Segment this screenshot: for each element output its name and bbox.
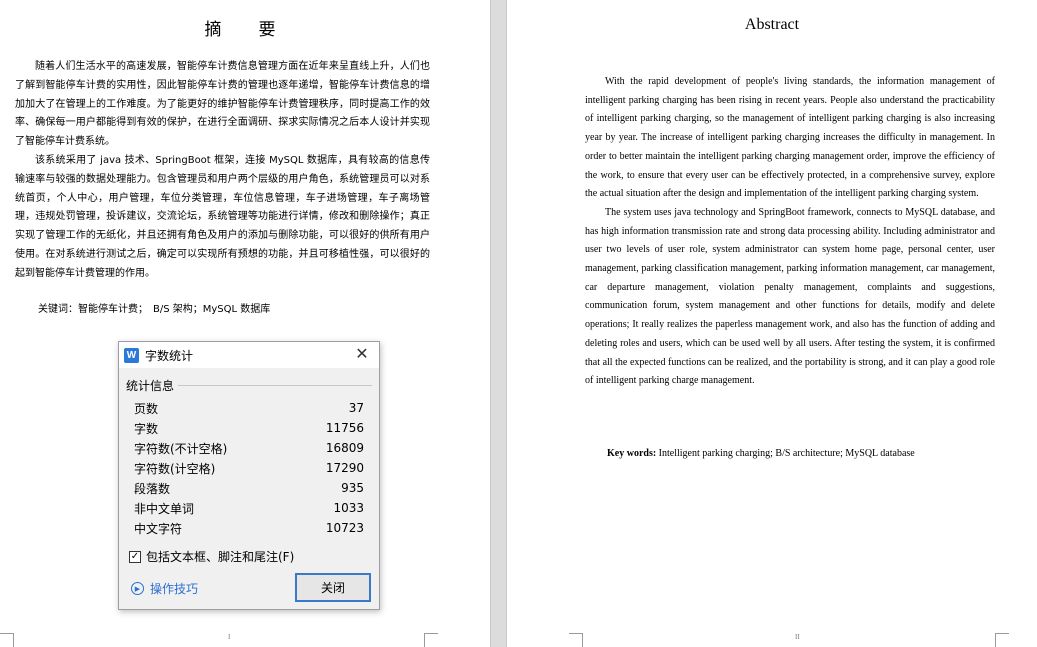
chinese-paragraph-1: 随着人们生活水平的高速发展，智能停车计费信息管理方面在近年来呈直线上升，人们也了… xyxy=(15,61,430,148)
page-gutter xyxy=(490,0,507,647)
stat-label: 字符数(计空格) xyxy=(134,461,216,476)
stat-value: 11756 xyxy=(325,421,364,435)
stat-row-paragraphs: 段落数 935 xyxy=(134,478,364,498)
chinese-abstract-title: 摘 要 xyxy=(204,20,286,40)
stat-row-words: 字数 11756 xyxy=(134,418,364,438)
play-circle-icon: ▶ xyxy=(131,582,144,595)
stat-row-chars-no-spaces: 字符数(不计空格) 16809 xyxy=(134,438,364,458)
english-abstract-title: Abstract xyxy=(744,16,800,33)
crop-mark-right-bottom-start xyxy=(569,633,583,647)
section-divider xyxy=(178,385,372,386)
stat-value: 10723 xyxy=(325,521,364,535)
dialog-titlebar[interactable]: W 字数统计 ✕ xyxy=(119,342,379,368)
english-keywords-label: Key words: xyxy=(607,448,657,459)
stat-label: 页数 xyxy=(134,401,159,416)
stat-label: 字数 xyxy=(134,421,159,436)
stat-row-non-chinese-words: 非中文单词 1033 xyxy=(134,498,364,518)
statistics-section-header: 统计信息 xyxy=(126,377,372,394)
stat-row-chinese-chars: 中文字符 10723 xyxy=(134,518,364,538)
close-button[interactable]: 关闭 xyxy=(295,573,371,602)
chinese-abstract-body: 随着人们生活水平的高速发展，智能停车计费信息管理方面在近年来呈直线上升，人们也了… xyxy=(15,58,430,284)
stat-value: 16809 xyxy=(325,441,364,455)
include-textboxes-checkbox[interactable]: ✓ xyxy=(129,550,141,563)
crop-mark-right-bottom-end xyxy=(995,633,1009,647)
statistics-list: 页数 37 字数 11756 字符数(不计空格) 16809 字符数(计空格) … xyxy=(134,398,364,538)
include-textboxes-label[interactable]: 包括文本框、脚注和尾注(F) xyxy=(146,548,294,565)
chinese-keywords: 关键词：智能停车计费； B/S 架构；MySQL 数据库 xyxy=(38,304,271,315)
english-paragraph-2: The system uses java technology and Spri… xyxy=(585,206,995,387)
wps-writer-icon: W xyxy=(124,347,139,363)
stat-value: 37 xyxy=(348,401,364,415)
stat-label: 段落数 xyxy=(134,481,171,496)
english-abstract-body: With the rapid development of people's l… xyxy=(585,73,995,391)
close-icon[interactable]: ✕ xyxy=(353,345,371,363)
stat-row-pages: 页数 37 xyxy=(134,398,364,418)
tips-label[interactable]: 操作技巧 xyxy=(150,580,198,597)
english-paragraph-1: With the rapid development of people's l… xyxy=(585,76,995,200)
include-textboxes-checkbox-row[interactable]: ✓ 包括文本框、脚注和尾注(F) xyxy=(129,548,294,565)
stat-label: 字符数(不计空格) xyxy=(134,441,228,456)
stat-value: 17290 xyxy=(325,461,364,475)
dialog-title: 字数统计 xyxy=(145,348,194,363)
document-page-right: Abstract With the rapid development of p… xyxy=(507,0,1037,647)
stat-value: 935 xyxy=(341,481,364,495)
page-number-right: II xyxy=(795,633,800,641)
statistics-section-label: 统计信息 xyxy=(126,379,175,393)
chinese-paragraph-2: 该系统采用了 java 技术、SpringBoot 框架，连接 MySQL 数据… xyxy=(15,154,430,279)
stat-row-chars-with-spaces: 字符数(计空格) 17290 xyxy=(134,458,364,478)
page-number-left: I xyxy=(228,633,231,641)
stat-value: 1033 xyxy=(333,501,364,515)
tips-link[interactable]: ▶ 操作技巧 xyxy=(131,580,198,597)
english-keywords-value: Intelligent parking charging; B/S archit… xyxy=(658,448,915,459)
english-keywords: Key words: Intelligent parking charging;… xyxy=(607,448,915,459)
stat-label: 中文字符 xyxy=(134,521,183,536)
crop-mark-left-bottom-start xyxy=(0,633,14,647)
word-count-dialog: W 字数统计 ✕ 统计信息 页数 37 字数 11756 字符数(不计空格) 1… xyxy=(118,341,380,610)
crop-mark-left-bottom-end xyxy=(424,633,438,647)
stat-label: 非中文单词 xyxy=(134,501,195,516)
